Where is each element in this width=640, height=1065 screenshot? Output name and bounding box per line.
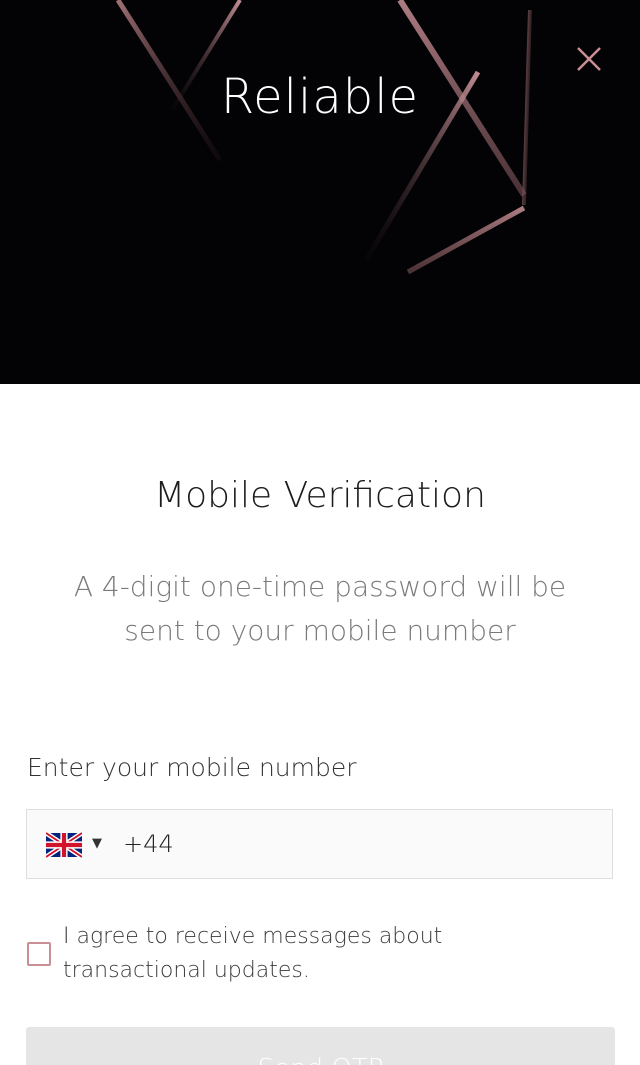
consent-checkbox[interactable]: [27, 942, 51, 966]
close-icon[interactable]: [570, 40, 608, 78]
country-code-select[interactable]: ▼: [44, 830, 134, 860]
dial-code: +44: [123, 830, 174, 858]
consent-label: I agree to receive messages about transa…: [63, 924, 443, 983]
page-subtitle: A 4-digit one-time password will be sent…: [73, 570, 567, 647]
chevron-down-icon: ▼: [92, 836, 102, 851]
phone-label: Enter your mobile number: [27, 753, 357, 782]
decorative-lines: [115, 0, 532, 275]
uk-flag-icon: [46, 832, 82, 858]
page-title: Mobile Verification: [154, 475, 486, 516]
verification-page: Reliable Mobile Verification A 4-digit o…: [0, 0, 640, 1065]
send-otp-button[interactable]: Send OTP: [26, 1027, 615, 1065]
brand-logo-text: Reliable: [220, 69, 420, 125]
hero-banner: Reliable: [0, 0, 640, 384]
phone-number-input[interactable]: [177, 824, 601, 866]
phone-field[interactable]: ▼ +44: [26, 809, 613, 879]
